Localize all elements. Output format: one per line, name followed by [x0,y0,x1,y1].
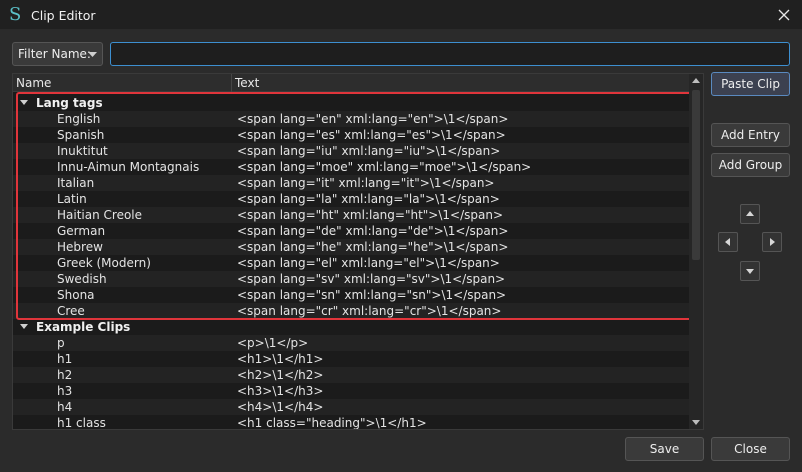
expand-triangle-icon[interactable] [20,100,28,106]
title-bar: S Clip Editor [0,0,802,30]
tree-entry-row[interactable]: Hebrew <span lang="he" xml:lang="he">\1</… [13,239,689,255]
entry-text: <h1>\1</h1> [237,352,324,366]
entry-text: <h4>\1</h4> [237,400,324,414]
filter-mode-dropdown[interactable]: Filter Name: [12,42,103,66]
scroll-down-icon[interactable] [692,418,700,426]
entry-name: h3 [57,384,73,398]
move-up-button[interactable] [740,204,760,224]
arrow-down-icon [746,269,754,274]
tree-entry-row[interactable]: German <span lang="de" xml:lang="de">\1</… [13,223,689,239]
arrow-up-icon [746,211,754,216]
tree-entry-row[interactable]: h4 <h4>\1</h4> [13,399,689,415]
entry-name: h2 [57,368,73,382]
entry-text: <span lang="de" xml:lang="de">\1</span> [237,224,509,238]
entry-name: h1 class [57,416,106,430]
add-entry-button[interactable]: Add Entry [711,123,790,147]
tree-entry-row[interactable]: p <p>\1</p> [13,335,689,351]
entry-name: Greek (Modern) [57,256,151,270]
tree-group-row[interactable]: Example Clips [13,319,689,335]
entry-name: Haitian Creole [57,208,143,222]
tree-entry-row[interactable]: Greek (Modern) <span lang="el" xml:lang="… [13,255,689,271]
tree-entry-row[interactable]: Cree <span lang="cr" xml:lang="cr">\1</sp… [13,303,689,319]
entry-name: h4 [57,400,73,414]
tree-group-row[interactable]: Lang tags [13,95,689,111]
tree-entry-row[interactable]: Innu-Aimun Montagnais <span lang="moe" xm… [13,159,689,175]
arrow-left-icon [725,238,730,246]
tree-entry-row[interactable]: h1 <h1>\1</h1> [13,351,689,367]
move-down-button[interactable] [740,261,760,281]
column-header-text[interactable]: Text [235,76,259,90]
entry-text: <span lang="cr" xml:lang="cr">\1</span> [237,304,502,318]
filter-mode-label: Filter Name: [18,47,91,61]
entry-name: Hebrew [57,240,103,254]
entry-text: <h1 class="heading">\1</h1> [237,416,427,430]
close-window-icon[interactable] [774,5,794,25]
entry-text: <span lang="sv" xml:lang="sv">\1</span> [237,272,506,286]
chevron-down-icon [88,52,97,57]
entry-text: <h3>\1</h3> [237,384,324,398]
tree-entry-row[interactable]: Spanish <span lang="es" xml:lang="es">\1<… [13,127,689,143]
entry-name: Spanish [57,128,105,142]
tree-entry-row[interactable]: Latin <span lang="la" xml:lang="la">\1</s… [13,191,689,207]
tree-entry-row[interactable]: Italian <span lang="it" xml:lang="it">\1<… [13,175,689,191]
tree-header: Name Text [13,74,689,92]
entry-text: <h2>\1</h2> [237,368,324,382]
entry-name: Inuktitut [57,144,108,158]
entry-name: Shona [57,288,95,302]
filter-input[interactable] [110,42,790,66]
entry-text: <span lang="el" xml:lang="el">\1</span> [237,256,500,270]
column-header-name[interactable]: Name [16,76,51,90]
column-divider[interactable] [231,74,232,92]
entry-text: <span lang="la" xml:lang="la">\1</span> [237,192,500,206]
tree-entry-row[interactable]: English <span lang="en" xml:lang="en">\1<… [13,111,689,127]
entry-text: <span lang="es" xml:lang="es">\1</span> [237,128,506,142]
entry-text: <span lang="it" xml:lang="it">\1</span> [237,176,495,190]
entry-text: <span lang="sn" xml:lang="sn">\1</span> [237,288,507,302]
entry-name: p [57,336,65,350]
tree-entry-row[interactable]: Swedish <span lang="sv" xml:lang="sv">\1<… [13,271,689,287]
app-logo-icon: S [9,4,22,25]
entry-name: Cree [57,304,85,318]
move-left-button[interactable] [718,232,738,252]
arrow-right-icon [770,238,775,246]
tree-entry-row[interactable]: Shona <span lang="sn" xml:lang="sn">\1</s… [13,287,689,303]
entry-name: German [57,224,106,238]
tree-rows: Lang tags English <span lang="en" xml:lang… [13,95,689,430]
entry-name: Italian [57,176,95,190]
window-title: Clip Editor [31,8,96,23]
group-name: Lang tags [36,96,103,110]
entry-name: Latin [57,192,87,206]
tree-entry-row[interactable]: Inuktitut <span lang="iu" xml:lang="iu">\… [13,143,689,159]
expand-triangle-icon[interactable] [20,324,28,330]
entry-text: <p>\1</p> [237,336,309,350]
entry-text: <span lang="moe" xml:lang="moe">\1</span… [237,160,532,174]
tree-entry-row[interactable]: h3 <h3>\1</h3> [13,383,689,399]
scroll-up-icon[interactable] [692,77,700,85]
add-group-button[interactable]: Add Group [711,153,790,177]
tree-entry-row[interactable]: Haitian Creole <span lang="ht" xml:lang="… [13,207,689,223]
entry-text: <span lang="en" xml:lang="en">\1</span> [237,112,509,126]
vertical-scrollbar[interactable] [689,74,703,429]
tree-entry-row[interactable]: h2 <h2>\1</h2> [13,367,689,383]
save-button[interactable]: Save [625,437,704,461]
entry-name: Swedish [57,272,107,286]
tree-entry-row[interactable]: h1 class <h1 class="heading">\1</h1> [13,415,689,430]
move-right-button[interactable] [762,232,782,252]
clip-tree[interactable]: Name Text Lang tags English <span lang="en… [12,73,704,430]
paste-clip-button[interactable]: Paste Clip [711,72,790,96]
entry-name: English [57,112,101,126]
entry-name: Innu-Aimun Montagnais [57,160,200,174]
entry-text: <span lang="ht" xml:lang="ht">\1</span> [237,208,504,222]
entry-text: <span lang="he" xml:lang="he">\1</span> [237,240,509,254]
entry-name: h1 [57,352,73,366]
close-button[interactable]: Close [711,437,790,461]
scrollbar-thumb[interactable] [692,90,700,260]
group-name: Example Clips [36,320,131,334]
entry-text: <span lang="iu" xml:lang="iu">\1</span> [237,144,501,158]
